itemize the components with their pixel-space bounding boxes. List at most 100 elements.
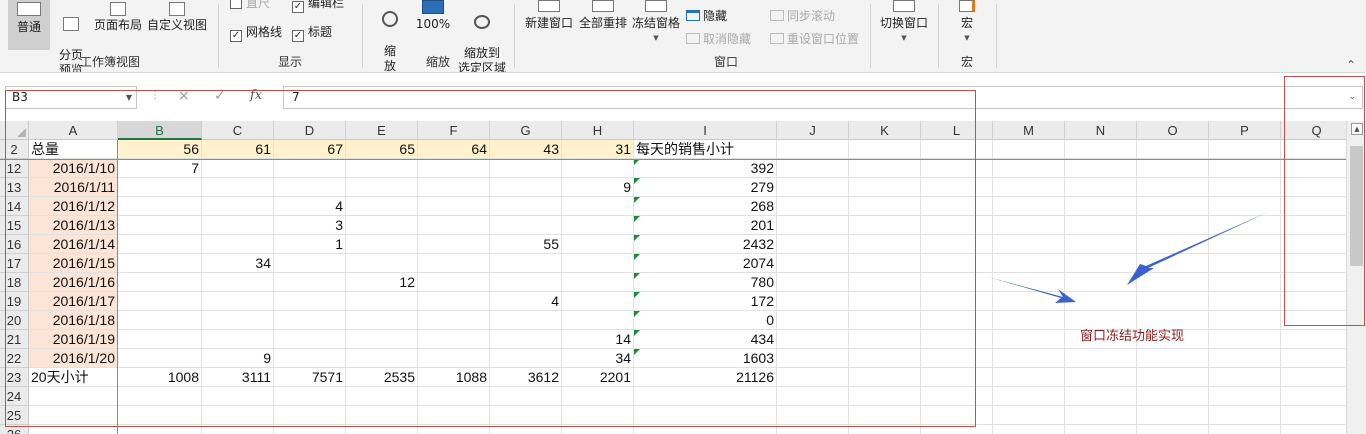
group-label-window: 窗口 bbox=[713, 55, 738, 69]
normal-view-button[interactable]: 普通 bbox=[8, 0, 50, 50]
empty-cell[interactable] bbox=[1281, 387, 1346, 406]
group-divider bbox=[996, 4, 997, 68]
empty-cell[interactable] bbox=[1065, 140, 1137, 159]
hide-button[interactable]: 隐藏 bbox=[686, 7, 727, 24]
empty-cell[interactable] bbox=[1209, 368, 1281, 387]
empty-cell[interactable] bbox=[1137, 368, 1209, 387]
empty-cell[interactable] bbox=[993, 330, 1065, 349]
empty-cell[interactable] bbox=[1209, 330, 1281, 349]
empty-cell[interactable] bbox=[993, 349, 1065, 368]
empty-cell[interactable] bbox=[1209, 197, 1281, 216]
zoom-button[interactable]: 缩 放 bbox=[372, 0, 408, 72]
empty-cell[interactable] bbox=[1209, 235, 1281, 254]
empty-cell[interactable] bbox=[993, 387, 1065, 406]
empty-cell[interactable] bbox=[993, 273, 1065, 292]
sync-scroll-icon bbox=[770, 10, 784, 21]
empty-cell[interactable] bbox=[1065, 406, 1137, 425]
unhide-button[interactable]: 取消隐藏 bbox=[686, 30, 751, 47]
empty-cell[interactable] bbox=[1137, 254, 1209, 273]
empty-cell[interactable] bbox=[1209, 349, 1281, 368]
empty-cell[interactable] bbox=[1281, 406, 1346, 425]
empty-cell[interactable] bbox=[1209, 406, 1281, 425]
collapse-ribbon-icon[interactable]: ⌃ bbox=[1346, 58, 1356, 72]
headings-checkbox[interactable]: ✓ 标题 bbox=[292, 23, 332, 42]
gridlines-checkbox[interactable]: ✓ 网格线 bbox=[230, 23, 282, 42]
column-header-o[interactable]: O bbox=[1137, 121, 1209, 140]
ruler-checkbox[interactable]: 直尺 bbox=[230, 0, 270, 11]
empty-cell[interactable] bbox=[1209, 273, 1281, 292]
empty-cell[interactable] bbox=[1137, 387, 1209, 406]
empty-cell[interactable] bbox=[1137, 197, 1209, 216]
empty-cell[interactable] bbox=[1209, 216, 1281, 235]
custom-views-button[interactable]: 自定义视图 bbox=[146, 0, 208, 50]
group-label-macros: 宏 bbox=[960, 55, 973, 69]
new-window-button[interactable]: 新建窗口 bbox=[522, 0, 576, 50]
empty-cell[interactable] bbox=[993, 197, 1065, 216]
empty-cell[interactable] bbox=[1137, 425, 1209, 434]
empty-cell[interactable] bbox=[993, 254, 1065, 273]
empty-cell[interactable] bbox=[1209, 254, 1281, 273]
empty-cell[interactable] bbox=[1065, 178, 1137, 197]
empty-cell[interactable] bbox=[993, 216, 1065, 235]
empty-cell[interactable] bbox=[1137, 235, 1209, 254]
empty-cell[interactable] bbox=[1281, 425, 1346, 434]
frozen-area-highlight-box bbox=[5, 90, 976, 427]
empty-cell[interactable] bbox=[1281, 368, 1346, 387]
empty-cell[interactable] bbox=[1065, 349, 1137, 368]
empty-cell[interactable] bbox=[993, 292, 1065, 311]
empty-cell[interactable] bbox=[1065, 292, 1137, 311]
zoom-100-button[interactable]: 100% bbox=[414, 0, 452, 50]
empty-cell[interactable] bbox=[1209, 178, 1281, 197]
empty-cell[interactable] bbox=[1137, 159, 1209, 178]
column-header-n[interactable]: N bbox=[1065, 121, 1137, 140]
empty-cell[interactable] bbox=[993, 368, 1065, 387]
empty-cell[interactable] bbox=[993, 159, 1065, 178]
empty-cell[interactable] bbox=[1065, 254, 1137, 273]
macros-button[interactable]: 宏 ▼ bbox=[950, 0, 984, 50]
empty-cell[interactable] bbox=[1065, 235, 1137, 254]
empty-cell[interactable] bbox=[1065, 368, 1137, 387]
empty-cell[interactable] bbox=[1065, 159, 1137, 178]
empty-cell[interactable] bbox=[1281, 349, 1346, 368]
empty-cell[interactable] bbox=[993, 235, 1065, 254]
empty-cell[interactable] bbox=[1209, 425, 1281, 434]
empty-cell[interactable] bbox=[1065, 387, 1137, 406]
zoom-to-selection-button[interactable]: 缩放到 选定区域 bbox=[454, 0, 510, 72]
arrange-all-button[interactable]: 全部重排 bbox=[577, 0, 629, 50]
arrange-all-icon bbox=[592, 0, 614, 12]
formula-bar-checkbox[interactable]: ✓ 编辑栏 bbox=[292, 0, 344, 13]
checkbox-checked-icon: ✓ bbox=[230, 30, 242, 42]
switch-windows-button[interactable]: 切换窗口 ▼ bbox=[876, 0, 932, 50]
empty-cell[interactable] bbox=[1137, 178, 1209, 197]
column-header-m[interactable]: M bbox=[993, 121, 1065, 140]
empty-cell[interactable] bbox=[1137, 273, 1209, 292]
empty-cell[interactable] bbox=[1209, 140, 1281, 159]
empty-cell[interactable] bbox=[993, 178, 1065, 197]
empty-cell[interactable] bbox=[1137, 349, 1209, 368]
macro-icon bbox=[959, 0, 975, 12]
reset-position-button[interactable]: 重设窗口位置 bbox=[770, 30, 859, 47]
freeze-panes-button[interactable]: 冻结窗格 ▼ bbox=[630, 0, 682, 50]
column-header-p[interactable]: P bbox=[1209, 121, 1281, 140]
empty-cell[interactable] bbox=[1209, 159, 1281, 178]
empty-cell[interactable] bbox=[1137, 292, 1209, 311]
empty-cell[interactable] bbox=[1065, 216, 1137, 235]
empty-cell[interactable] bbox=[1065, 197, 1137, 216]
empty-cell[interactable] bbox=[993, 311, 1065, 330]
empty-cell[interactable] bbox=[1209, 311, 1281, 330]
empty-cell[interactable] bbox=[1065, 273, 1137, 292]
page-break-preview-button[interactable]: 分页 预览 bbox=[54, 0, 88, 72]
sync-scroll-button[interactable]: 同步滚动 bbox=[770, 7, 835, 24]
empty-cell[interactable] bbox=[993, 406, 1065, 425]
empty-cell[interactable] bbox=[1137, 140, 1209, 159]
empty-cell[interactable] bbox=[1209, 292, 1281, 311]
empty-cell[interactable] bbox=[1209, 387, 1281, 406]
empty-cell[interactable] bbox=[1137, 406, 1209, 425]
empty-cell[interactable] bbox=[1137, 216, 1209, 235]
empty-cell[interactable] bbox=[993, 140, 1065, 159]
empty-cell[interactable] bbox=[1281, 330, 1346, 349]
empty-cell[interactable] bbox=[993, 425, 1065, 434]
page-layout-button[interactable]: 页面布局 bbox=[92, 0, 144, 50]
reset-position-icon bbox=[770, 33, 784, 44]
empty-cell[interactable] bbox=[1065, 425, 1137, 434]
